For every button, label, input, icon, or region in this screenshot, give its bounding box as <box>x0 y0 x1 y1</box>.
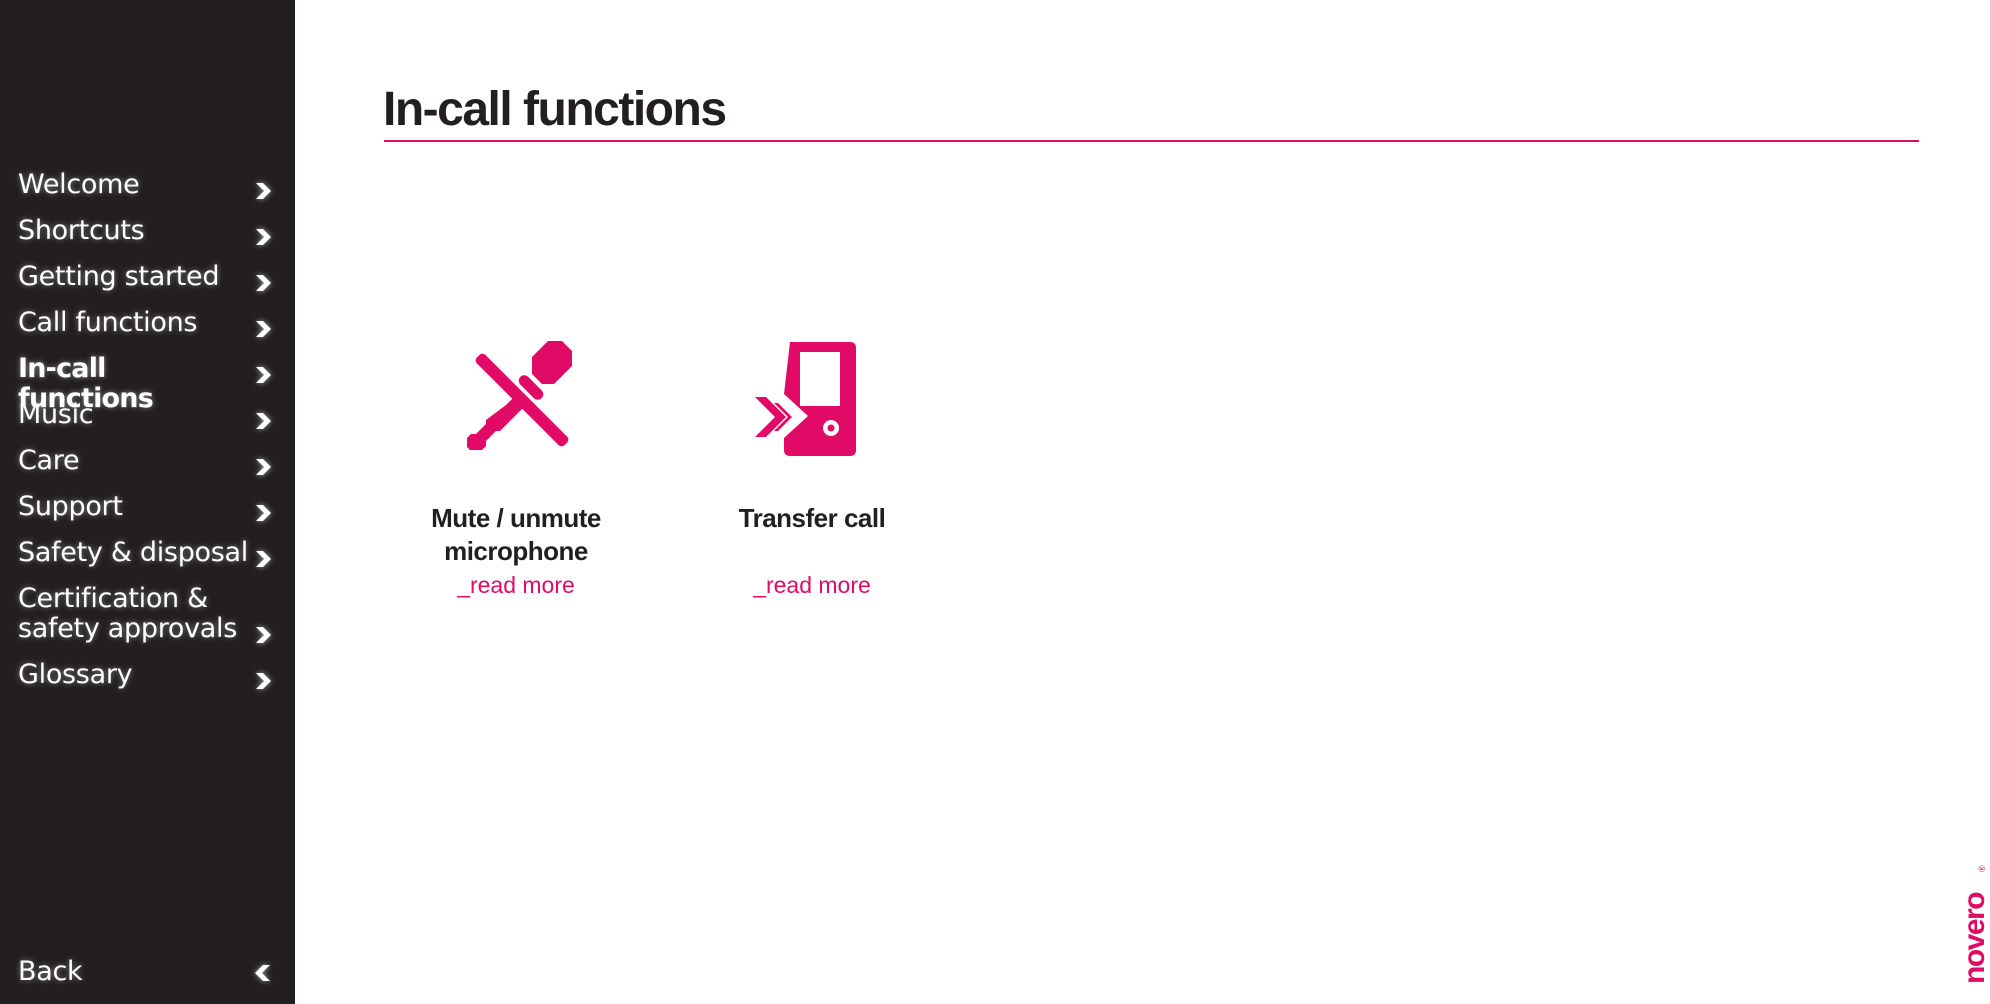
sidebar-item-label: Certification & safety approvals <box>18 583 238 644</box>
chevron-right-icon <box>256 551 271 567</box>
sidebar-item-label: Shortcuts <box>18 215 145 246</box>
sidebar-item-welcome[interactable]: Welcome <box>18 170 280 216</box>
read-more-link[interactable]: _read more <box>396 570 636 600</box>
sidebar: Welcome Shortcuts Getting started Call f… <box>0 0 295 1004</box>
sidebar-item-call-functions[interactable]: Call functions <box>18 308 280 354</box>
chevron-left-icon <box>255 965 270 981</box>
chevron-right-icon <box>256 673 271 689</box>
chevron-right-icon <box>256 627 271 643</box>
sidebar-item-label: Safety & disposal <box>18 537 248 568</box>
chevron-right-icon <box>256 321 271 337</box>
logo-registered-mark: ® <box>1977 865 1987 872</box>
muted-microphone-icon <box>467 341 572 450</box>
chevron-right-icon <box>256 229 271 245</box>
sidebar-item-label: Getting started <box>18 261 220 292</box>
sidebar-item-label: Welcome <box>18 169 140 200</box>
chevron-right-icon <box>256 367 271 383</box>
title-divider <box>384 140 1919 142</box>
novero-logo: novero ® <box>1958 865 1988 984</box>
sidebar-nav: Welcome Shortcuts Getting started Call f… <box>18 170 280 706</box>
sidebar-item-label: Music <box>18 399 94 430</box>
card-mute-microphone[interactable]: Mute / unmute microphone _read more <box>396 340 636 600</box>
sidebar-item-label: Glossary <box>18 659 133 690</box>
back-label: Back <box>18 956 83 987</box>
transfer-call-icon <box>755 342 856 456</box>
sidebar-item-label: Call functions <box>18 307 198 338</box>
sidebar-item-shortcuts[interactable]: Shortcuts <box>18 216 280 262</box>
sidebar-item-care[interactable]: Care <box>18 446 280 492</box>
chevron-right-icon <box>256 413 271 429</box>
card-title: Mute / unmute microphone <box>431 503 601 566</box>
read-more-link[interactable]: _read more <box>692 570 932 600</box>
logo-text: novero <box>1958 892 1988 984</box>
sidebar-item-safety-disposal[interactable]: Safety & disposal <box>18 538 280 584</box>
chevron-right-icon <box>256 183 271 199</box>
card-title: Transfer call <box>738 503 886 533</box>
back-button[interactable]: Back <box>18 956 280 988</box>
sidebar-item-label: Care <box>18 445 80 476</box>
sidebar-item-glossary[interactable]: Glossary <box>18 660 280 706</box>
chevron-right-icon <box>256 275 271 291</box>
chevron-right-icon <box>256 459 271 475</box>
chevron-right-icon <box>256 505 271 521</box>
page-title: In-call functions <box>383 83 727 136</box>
sidebar-item-support[interactable]: Support <box>18 492 280 538</box>
sidebar-item-getting-started[interactable]: Getting started <box>18 262 280 308</box>
card-transfer-call[interactable]: Transfer call _read more <box>692 340 932 600</box>
sidebar-item-music[interactable]: Music <box>18 400 280 446</box>
sidebar-item-in-call-functions[interactable]: In-call functions <box>18 354 280 414</box>
sidebar-item-certification[interactable]: Certification & safety approvals <box>18 584 280 660</box>
sidebar-item-label: Support <box>18 491 123 522</box>
